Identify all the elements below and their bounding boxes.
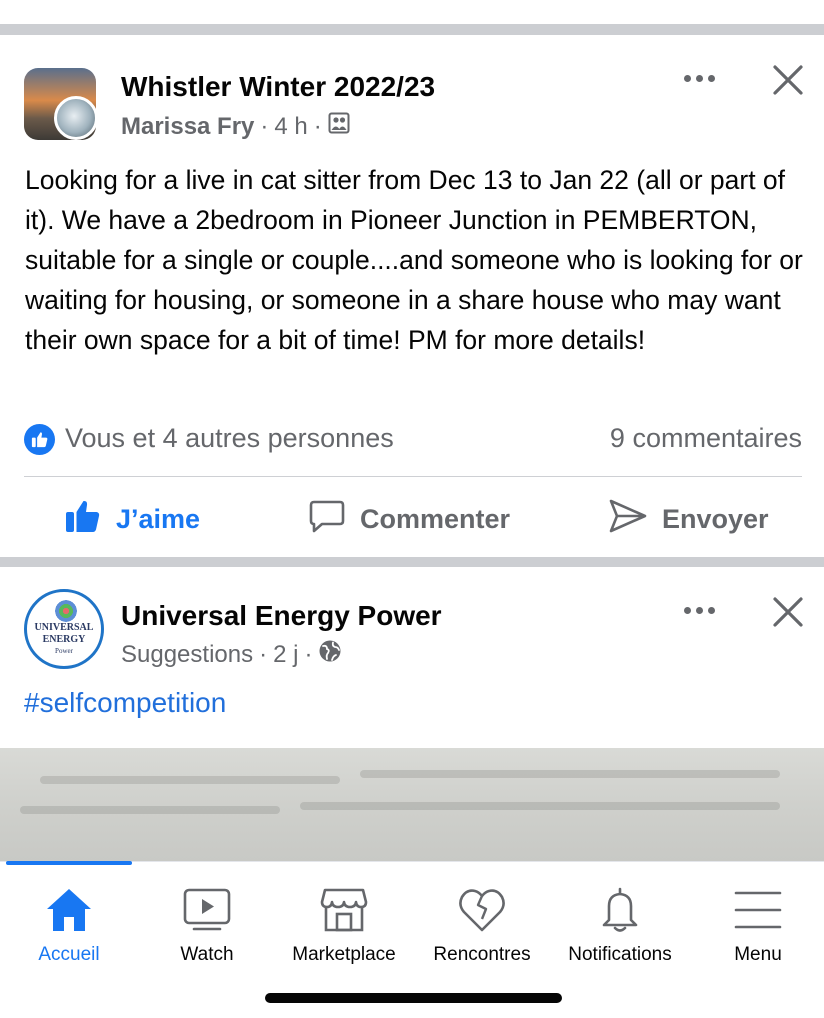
home-indicator[interactable] <box>265 993 562 1003</box>
avatar-logo-text: ENERGY <box>42 634 86 645</box>
close-icon[interactable] <box>770 594 806 630</box>
bottom-tab-bar: Accueil Watch Marketplace Rencontres Not… <box>0 861 824 1018</box>
author-avatar[interactable] <box>54 96 98 140</box>
tab-notifications[interactable]: Notifications <box>551 884 689 974</box>
active-tab-indicator <box>6 861 132 865</box>
feed-post: Whistler Winter 2022/23 Marissa Fry · 4 … <box>0 35 824 557</box>
tab-label: Rencontres <box>433 944 531 965</box>
post-text: Looking for a live in cat sitter from De… <box>25 165 803 355</box>
reactions-bar: Vous et 4 autres personnes 9 commentaire… <box>24 421 802 457</box>
group-avatar[interactable] <box>24 68 98 142</box>
watch-icon <box>181 884 233 936</box>
post-meta: Marissa Fry · 4 h · <box>121 112 350 141</box>
bell-icon <box>594 884 646 936</box>
hashtag-link[interactable]: #selfcompetition <box>24 687 226 719</box>
post-source: Suggestions <box>121 640 254 668</box>
tab-dating[interactable]: Rencontres <box>413 884 551 974</box>
thumbs-up-icon <box>64 498 102 541</box>
tab-label: Watch <box>180 944 234 965</box>
group-name[interactable]: Whistler Winter 2022/23 <box>121 71 435 103</box>
comment-bubble-icon <box>308 498 346 541</box>
post-time[interactable]: 4 h <box>274 113 307 141</box>
group-members-icon <box>328 112 350 141</box>
dating-heart-icon <box>456 884 508 936</box>
post-meta: Suggestions · 2 j · <box>121 639 342 670</box>
feed-divider <box>0 557 824 567</box>
more-options-icon[interactable] <box>680 69 720 89</box>
globe-icon <box>318 639 342 670</box>
meta-separator: · <box>260 112 269 140</box>
logo-dots-icon <box>55 600 77 622</box>
send-arrow-icon <box>608 498 648 541</box>
post-time[interactable]: 2 j <box>273 641 298 669</box>
send-button[interactable]: Envoyer <box>608 493 769 545</box>
tab-menu[interactable]: Menu <box>689 884 824 974</box>
action-separator <box>24 476 802 477</box>
comment-label: Commenter <box>360 503 511 534</box>
more-options-icon[interactable] <box>680 601 720 621</box>
page-name[interactable]: Universal Energy Power <box>121 600 442 632</box>
comments-count[interactable]: 9 commentaires <box>610 423 802 454</box>
comment-button[interactable]: Commenter <box>308 493 510 545</box>
meta-separator: · <box>313 112 322 140</box>
feed-post: UNIVERSAL ENERGY Power Universal Energy … <box>0 567 824 747</box>
send-label: Envoyer <box>662 503 769 534</box>
tab-watch[interactable]: Watch <box>138 884 276 974</box>
tab-label: Notifications <box>568 944 672 965</box>
reactions-summary[interactable]: Vous et 4 autres personnes <box>65 423 394 454</box>
like-label: J’aime <box>116 503 201 534</box>
page-avatar[interactable]: UNIVERSAL ENERGY Power <box>24 589 104 669</box>
post-image[interactable] <box>0 748 824 861</box>
feed-divider <box>0 24 824 35</box>
post-actions: J’aime Commenter Envoyer <box>0 493 824 545</box>
meta-separator: · <box>304 640 313 668</box>
author-name[interactable]: Marissa Fry <box>121 113 254 141</box>
home-icon <box>43 884 95 936</box>
meta-separator: · <box>259 640 268 668</box>
avatar-logo-text: UNIVERSAL <box>34 622 94 633</box>
like-button[interactable]: J’aime <box>64 493 200 545</box>
close-icon[interactable] <box>770 62 806 98</box>
tab-marketplace[interactable]: Marketplace <box>275 884 413 974</box>
hamburger-menu-icon <box>732 884 784 936</box>
marketplace-icon <box>318 884 370 936</box>
avatar-logo-text: Power <box>55 647 73 655</box>
tab-label: Menu <box>734 944 782 965</box>
like-reaction-icon[interactable] <box>24 424 55 455</box>
tab-label: Marketplace <box>292 944 396 965</box>
tab-label: Accueil <box>38 944 100 965</box>
tab-home[interactable]: Accueil <box>0 884 138 974</box>
